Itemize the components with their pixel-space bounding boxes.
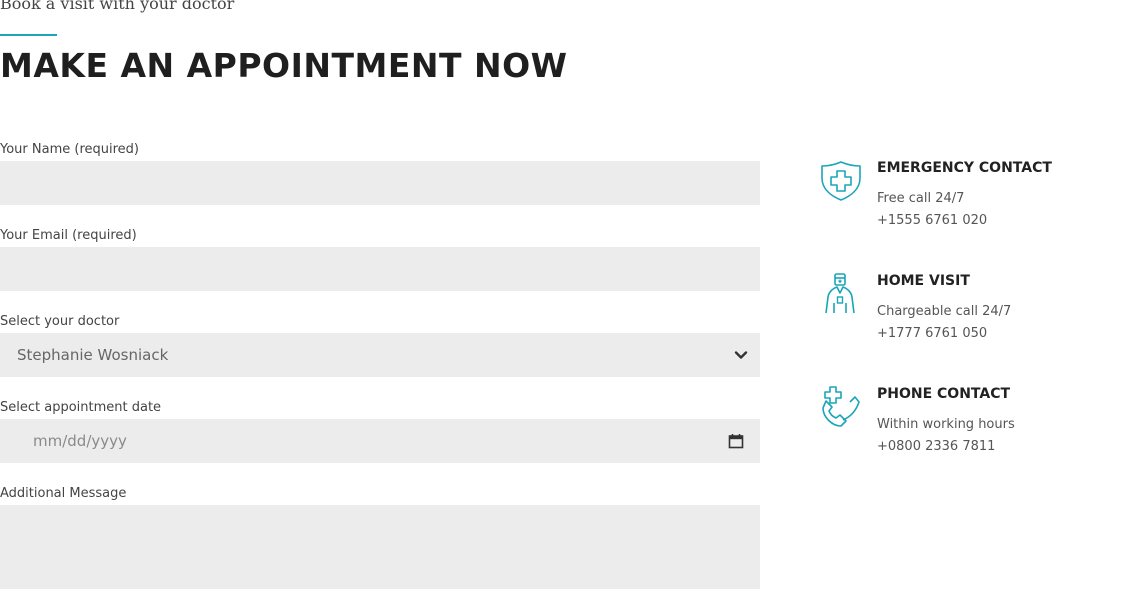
contact-phone: +1777 6761 050 xyxy=(877,326,988,341)
appointment-page: Book a visit with your doctor MAKE AN AP… xyxy=(0,0,1126,589)
doctor-select[interactable]: Stephanie Wosniack xyxy=(0,333,760,377)
shield-cross-icon xyxy=(820,160,862,202)
date-label: Select appointment date xyxy=(0,400,162,415)
contact-title: PHONE CONTACT xyxy=(877,386,1011,402)
calendar-icon[interactable] xyxy=(728,433,744,449)
doctor-icon xyxy=(820,273,862,315)
page-title: MAKE AN APPOINTMENT NOW xyxy=(0,46,568,85)
contact-title: HOME VISIT xyxy=(877,273,970,289)
message-textarea[interactable] xyxy=(0,505,760,589)
message-label: Additional Message xyxy=(0,486,127,501)
chevron-down-icon xyxy=(734,348,748,362)
contact-phone: +0800 2336 7811 xyxy=(877,439,996,454)
name-input[interactable] xyxy=(0,161,760,205)
contact-description: Chargeable call 24/7 xyxy=(877,304,1012,319)
name-label: Your Name (required) xyxy=(0,142,139,157)
phone-cross-icon xyxy=(820,386,862,428)
email-label: Your Email (required) xyxy=(0,228,137,243)
contact-phone: +1555 6761 020 xyxy=(877,213,988,228)
date-input[interactable]: mm/dd/yyyy xyxy=(0,419,760,463)
contact-title: EMERGENCY CONTACT xyxy=(877,160,1052,176)
date-placeholder: mm/dd/yyyy xyxy=(33,432,127,450)
contact-description: Within working hours xyxy=(877,417,1015,432)
accent-divider xyxy=(0,34,57,36)
doctor-selected-value: Stephanie Wosniack xyxy=(17,346,169,364)
intro-text: Book a visit with your doctor xyxy=(0,0,235,13)
email-input[interactable] xyxy=(0,247,760,291)
doctor-label: Select your doctor xyxy=(0,314,120,329)
contact-description: Free call 24/7 xyxy=(877,191,965,206)
